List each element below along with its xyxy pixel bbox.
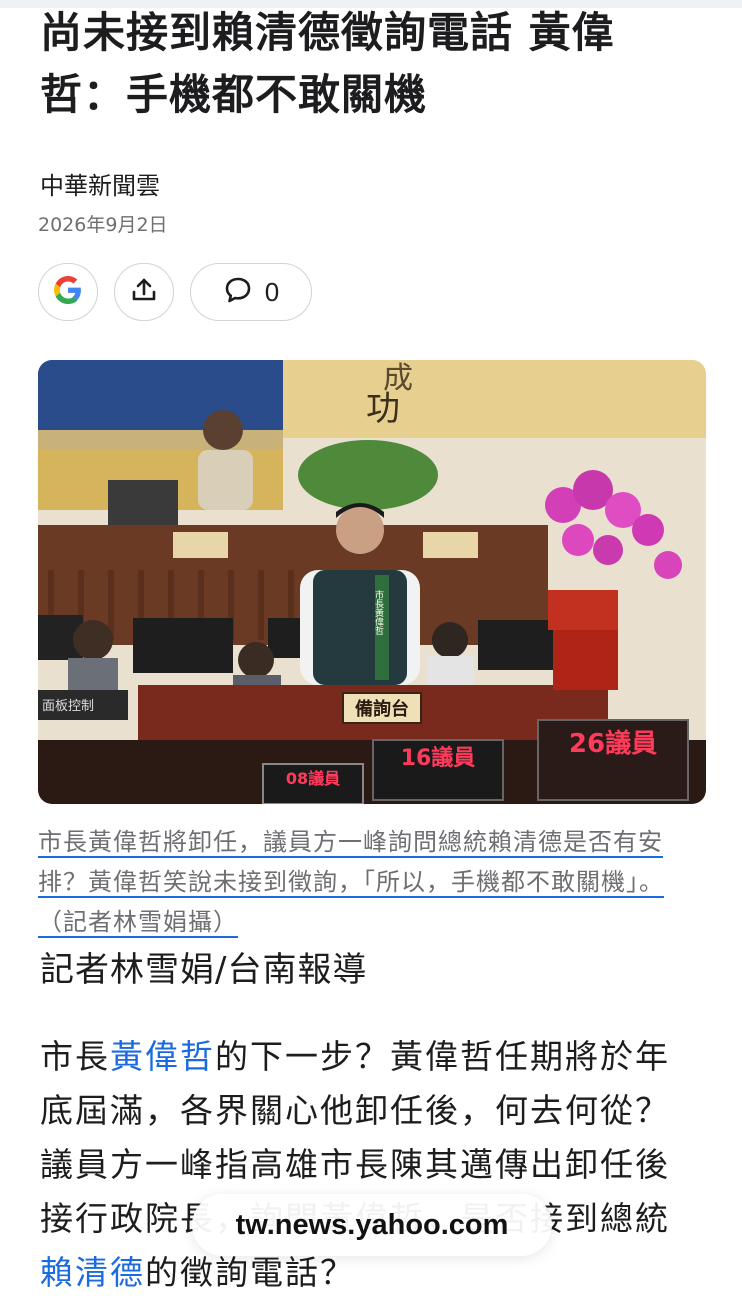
share-button[interactable] [114, 263, 174, 321]
tag-link-lai[interactable]: 賴清德 [40, 1253, 145, 1292]
svg-text:26議員: 26議員 [569, 728, 657, 759]
svg-text:備詢台: 備詢台 [355, 698, 409, 720]
article-body: 市長黃偉哲的下一步？黃偉哲任期將於年底屆滿，各界關心他卸任後，何去何從？議員方一… [40, 1037, 670, 1292]
comment-icon [223, 275, 253, 309]
share-icon [130, 276, 158, 308]
photo-caption[interactable]: 市長黃偉哲將卸任，議員方一峰詢問總統賴清德是否有安排？黃偉哲笑說未接到徵詢，「所… [38, 822, 698, 942]
banner-char-bottom: 功 [366, 389, 400, 429]
svg-text:16議員: 16議員 [401, 745, 476, 771]
plant [298, 440, 438, 510]
sash-text: 市長黃偉哲 [373, 589, 384, 636]
tag-link-huang[interactable]: 黃偉哲 [110, 1037, 215, 1076]
browser-url-bar[interactable]: tw.news.yahoo.com [192, 1194, 552, 1256]
google-button[interactable] [38, 263, 98, 321]
headline-line-2: 哲：手機都不敢關機 [40, 70, 428, 119]
comments-button[interactable]: 0 [190, 263, 312, 321]
side-label: 面板控制 [42, 699, 94, 714]
google-icon [54, 276, 82, 308]
speaker-head [336, 506, 384, 554]
wall-screen [38, 360, 283, 430]
svg-text:08議員: 08議員 [286, 769, 340, 788]
article-byline: 記者林雪娟/台南報導 [40, 950, 368, 990]
article-source[interactable]: 中華新聞雲 [40, 166, 160, 201]
comment-count: 0 [264, 276, 280, 307]
article-photo[interactable]: 成 功 市長黃偉哲 備詢台 面板控制 08議員 16議員 26議員 [38, 360, 706, 804]
article-headline: 尚未接到賴清德徵詢電話 黃偉 哲：手機都不敢關機 [40, 2, 710, 126]
article-date: 2026年9月2日 [38, 214, 168, 236]
speaker-vest [313, 570, 407, 685]
headline-line-1: 尚未接到賴清德徵詢電話 黃偉 [40, 8, 615, 57]
